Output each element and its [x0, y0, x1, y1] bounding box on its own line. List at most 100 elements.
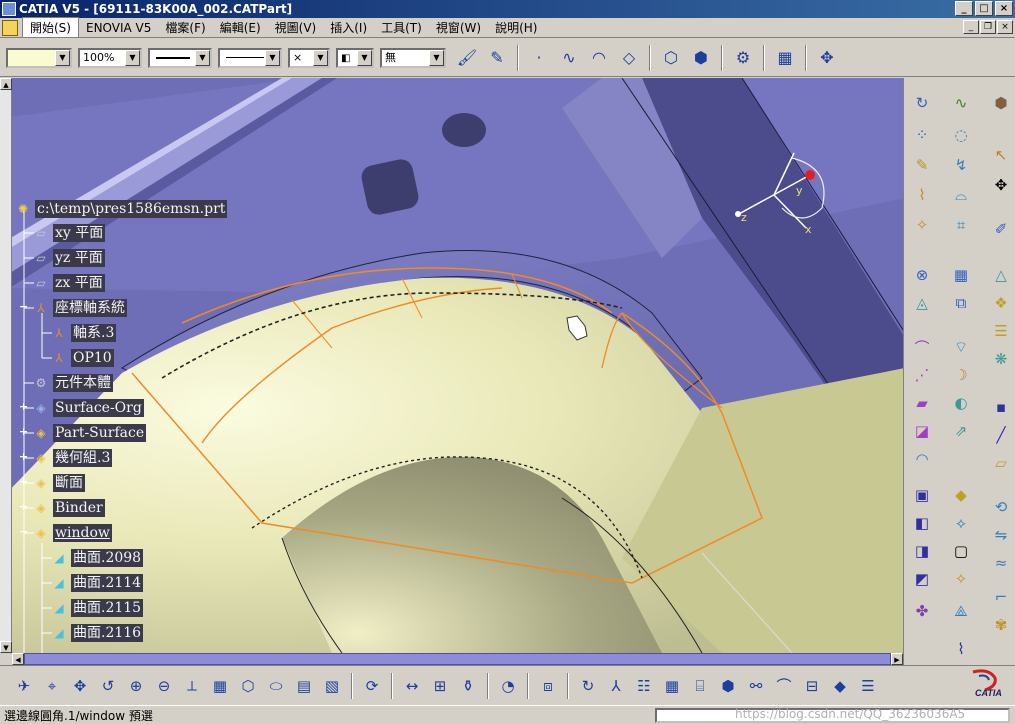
- plane-icon[interactable]: △: [988, 262, 1014, 288]
- chevron-down-icon[interactable]: ▼: [125, 49, 140, 66]
- corner-icon[interactable]: ↯: [948, 152, 974, 178]
- twist-icon[interactable]: ❋: [988, 346, 1014, 372]
- tree-item-section[interactable]: ◈ 斷面: [32, 472, 85, 494]
- grid-icon[interactable]: ▦: [773, 46, 797, 70]
- cube-icon[interactable]: ⬢: [988, 90, 1014, 116]
- fill-icon[interactable]: ◇: [617, 46, 641, 70]
- chevron-down-icon[interactable]: ▼: [429, 49, 444, 66]
- rotate-icon[interactable]: ↺: [96, 674, 120, 698]
- cube-icon[interactable]: ▣: [909, 482, 935, 508]
- plane-small-icon[interactable]: ▱: [988, 450, 1014, 476]
- circle-icon[interactable]: ◌: [948, 122, 974, 148]
- connect-icon[interactable]: ⚯: [744, 674, 768, 698]
- sketch-icon[interactable]: ✎: [909, 152, 935, 178]
- repetition-icon[interactable]: ↻: [909, 90, 935, 116]
- wave-icon[interactable]: ≈: [988, 550, 1014, 576]
- maximize-button[interactable]: □: [975, 1, 993, 16]
- project-icon[interactable]: ☽: [948, 362, 974, 388]
- viewport-horizontal-scrollbar[interactable]: ◀ ▶: [12, 653, 903, 665]
- tree-item-part-surface[interactable]: ◈ Part-Surface: [32, 422, 147, 444]
- scroll-left-icon[interactable]: ◀: [12, 653, 24, 665]
- tools-icon[interactable]: ✥: [815, 46, 839, 70]
- point-small-icon[interactable]: ▪: [988, 394, 1014, 420]
- rotate-icon[interactable]: ⟲: [988, 494, 1014, 520]
- curve-icon[interactable]: ⌇: [909, 182, 935, 208]
- split-icon[interactable]: ◪: [909, 418, 935, 444]
- offset-icon[interactable]: ⧉: [948, 290, 974, 316]
- tree-item-surface-2098[interactable]: ◢ 曲面.2098: [50, 547, 144, 569]
- cube-icon[interactable]: ⬢: [716, 674, 740, 698]
- scroll-up-icon[interactable]: ▲: [0, 78, 12, 90]
- menu-insert[interactable]: 插入(I): [323, 18, 374, 37]
- extrude-icon[interactable]: ◬: [909, 290, 935, 316]
- assembly-icon[interactable]: ⚙: [731, 46, 755, 70]
- 3d-viewport[interactable]: x y z ✺ c:\temp\pres1586emsn.prt ▱ xy 平面…: [0, 78, 903, 653]
- document-icon[interactable]: [2, 19, 18, 36]
- point-icon[interactable]: ✧: [909, 212, 935, 238]
- collapse-icon[interactable]: −: [19, 301, 28, 312]
- chevron-down-icon[interactable]: ▼: [55, 49, 70, 66]
- zoom-out-icon[interactable]: ⊖: [152, 674, 176, 698]
- fillet-icon[interactable]: ◠: [909, 446, 935, 472]
- tree-root[interactable]: ✺ c:\temp\pres1586emsn.prt: [14, 198, 228, 220]
- doc-close-button[interactable]: ×: [997, 20, 1013, 34]
- scroll-right-icon[interactable]: ▶: [891, 653, 903, 665]
- menu-edit[interactable]: 編輯(E): [213, 18, 268, 37]
- multi-view-icon[interactable]: ▦: [208, 674, 232, 698]
- points-grid-icon[interactable]: ⁘: [909, 122, 935, 148]
- connect-curve-icon[interactable]: ⌗: [948, 212, 974, 238]
- axis-icon[interactable]: ◩: [909, 566, 935, 592]
- arc-icon[interactable]: ⌓: [948, 182, 974, 208]
- properties-painter-icon[interactable]: ✎: [485, 46, 509, 70]
- scaling-icon[interactable]: ✧: [948, 566, 974, 592]
- axis-system-icon[interactable]: ⅄: [604, 674, 628, 698]
- fit-all-icon[interactable]: ⌖: [40, 674, 64, 698]
- tree-vertical-scrollbar[interactable]: ▲ ▼: [0, 78, 12, 653]
- menu-tools[interactable]: 工具(T): [374, 18, 429, 37]
- layer-number-combo[interactable]: ◧ ▼: [336, 47, 374, 68]
- menu-start[interactable]: 開始(S): [22, 17, 79, 38]
- chevron-down-icon[interactable]: ▼: [265, 49, 280, 66]
- tree-icon[interactable]: ☷: [632, 674, 656, 698]
- select-arrow-icon[interactable]: ↖: [988, 142, 1014, 168]
- measure-inertia-icon[interactable]: ⚱: [456, 674, 480, 698]
- menu-enovia[interactable]: ENOVIA V5: [79, 20, 158, 36]
- tree-item-surface-2114[interactable]: ◢ 曲面.2114: [50, 572, 144, 594]
- painter-icon[interactable]: 🖌: [455, 46, 479, 70]
- affinity-icon[interactable]: ⟁: [948, 598, 974, 624]
- view-iso-icon[interactable]: ⬢: [689, 46, 713, 70]
- expand-icon[interactable]: +: [19, 426, 28, 437]
- expand-icon[interactable]: +: [19, 451, 28, 462]
- tree-item-op10[interactable]: ⅄ OP10: [50, 347, 114, 369]
- stack-icon[interactable]: ☰: [988, 318, 1014, 344]
- tree-item-axis-3[interactable]: ⅄ 軸系.3: [50, 322, 117, 344]
- develop-icon[interactable]: ✾: [988, 612, 1014, 638]
- expand-icon[interactable]: +: [19, 476, 28, 487]
- flip-icon[interactable]: ⇋: [988, 522, 1014, 548]
- blend-icon[interactable]: ⌔: [948, 334, 974, 360]
- cylinder-icon[interactable]: ⌸: [688, 674, 712, 698]
- iso-view-icon[interactable]: ⬡: [236, 674, 260, 698]
- menu-help[interactable]: 說明(H): [488, 18, 544, 37]
- normal-view-icon[interactable]: ⟂: [180, 674, 204, 698]
- point-symbol-combo[interactable]: × ▼: [288, 47, 330, 68]
- scroll-thumb[interactable]: [24, 653, 891, 665]
- line-type-combo[interactable]: ▼: [218, 47, 282, 68]
- update-icon[interactable]: ⟳: [360, 674, 384, 698]
- chevron-down-icon[interactable]: ▼: [195, 49, 210, 66]
- line-icon[interactable]: ╱: [988, 422, 1014, 448]
- boundary-icon[interactable]: ◐: [948, 390, 974, 416]
- box-icon[interactable]: ◧: [909, 510, 935, 536]
- line-thickness-combo[interactable]: ▼: [148, 47, 212, 68]
- snap-icon[interactable]: ✥: [988, 172, 1014, 198]
- corner-curve-icon[interactable]: ⌐: [988, 584, 1014, 610]
- edit-sketch-icon[interactable]: ✐: [988, 216, 1014, 242]
- tree-item-axis-systems[interactable]: ⅄ 座標軸系統: [32, 297, 127, 319]
- graph-icon[interactable]: ⌇: [948, 636, 974, 662]
- expand-icon[interactable]: +: [19, 501, 28, 512]
- symmetry-icon[interactable]: ⟡: [948, 510, 974, 536]
- spline-icon[interactable]: ∿: [948, 90, 974, 116]
- shading-icon[interactable]: ⬭: [264, 674, 288, 698]
- tree-item-geoset-3[interactable]: ◈ 幾何組.3: [32, 447, 113, 469]
- hierarchy-icon[interactable]: ⊟: [800, 674, 824, 698]
